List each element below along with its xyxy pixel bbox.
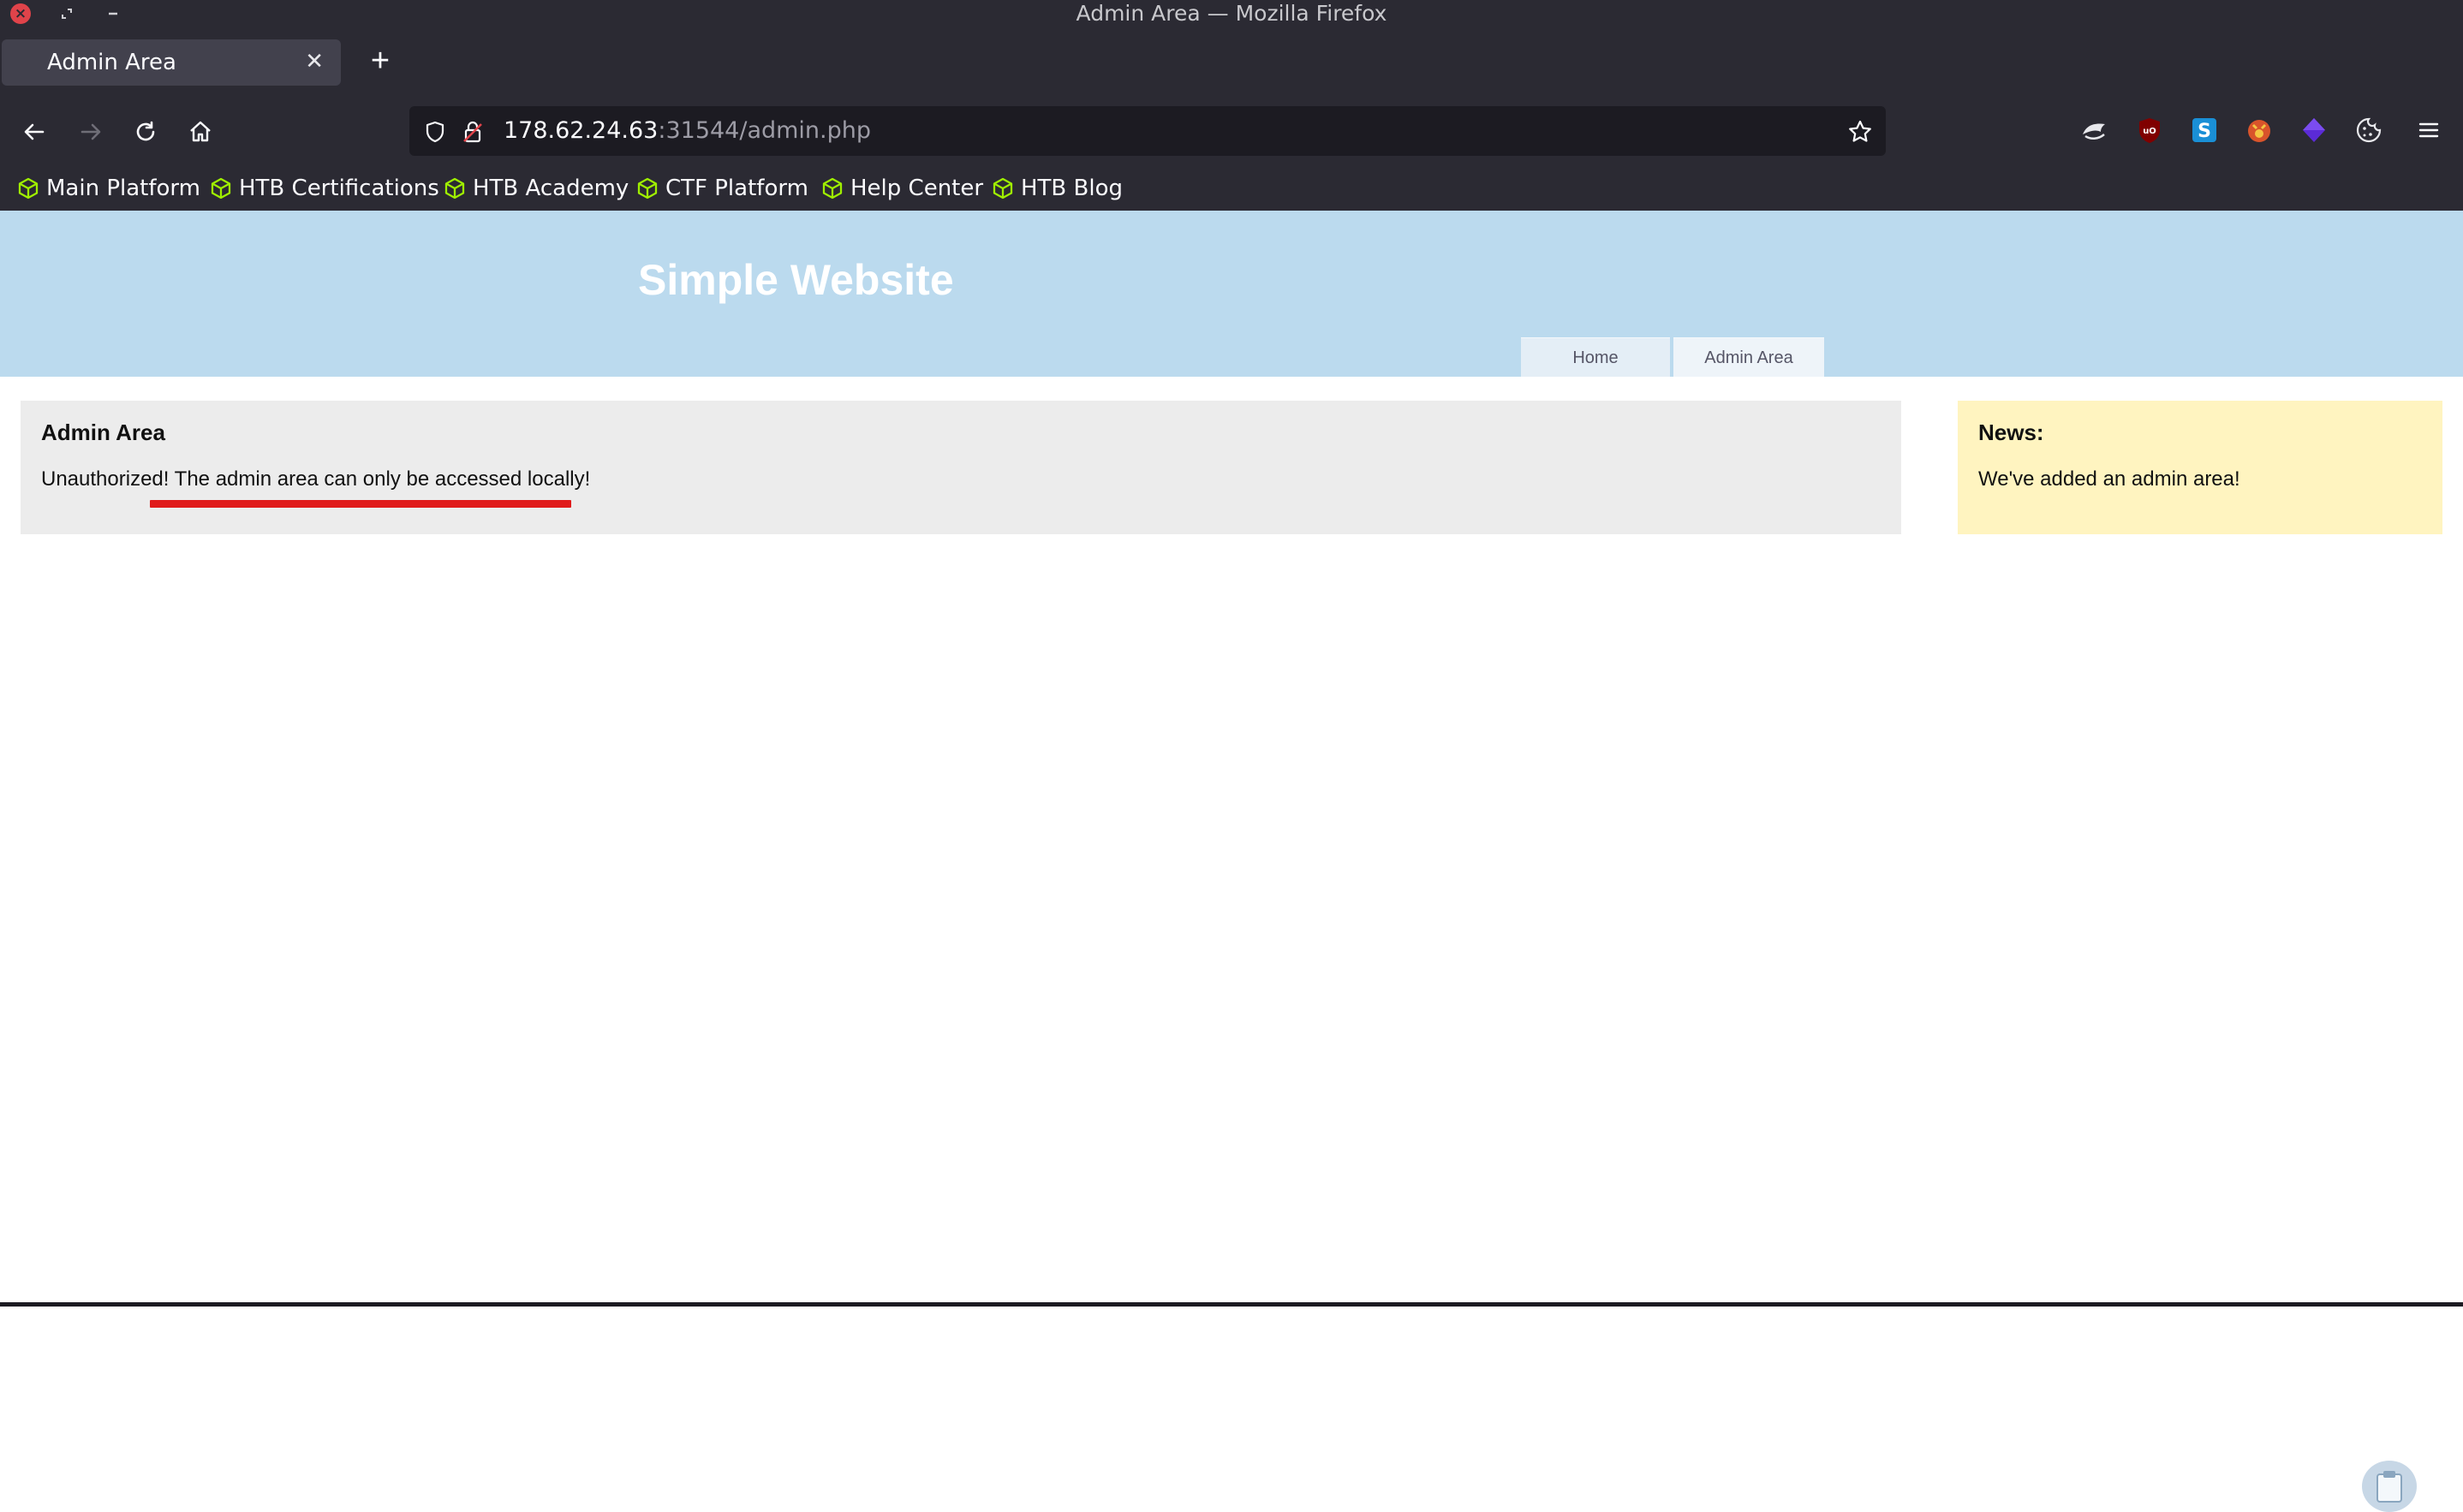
minimize-icon <box>109 12 117 15</box>
clipboard-icon[interactable] <box>2362 1461 2417 1512</box>
site-nav: Home Admin Area <box>1521 337 1824 377</box>
bookmark-help-center[interactable]: Help Center <box>821 166 983 211</box>
foxyproxy-icon[interactable] <box>2078 113 2112 147</box>
resize-icon <box>62 9 72 19</box>
window-title: Admin Area — Mozilla Firefox <box>1076 1 1387 26</box>
window-bottom-edge <box>0 1302 2463 1307</box>
news-text: We've added an admin area! <box>1978 467 2240 491</box>
svg-text:S: S <box>2198 121 2211 142</box>
tab-close-icon[interactable]: ✕ <box>305 39 324 84</box>
news-heading: News: <box>1978 420 2044 445</box>
cookie-icon[interactable] <box>2352 113 2386 147</box>
site-title: Simple Website <box>638 256 954 304</box>
tracking-protection-shield-icon[interactable] <box>421 118 449 146</box>
reload-button[interactable] <box>127 113 164 151</box>
htb-cube-icon <box>444 177 465 199</box>
tab-strip: Admin Area ✕ + <box>0 29 2463 96</box>
bookmark-label: CTF Platform <box>665 176 808 201</box>
bookmark-label: Help Center <box>850 176 984 201</box>
tab-admin-area[interactable]: Admin Area ✕ <box>2 39 341 86</box>
htb-cube-icon <box>822 177 843 199</box>
home-icon <box>190 121 211 142</box>
admin-area-panel: Admin Area Unauthorized! The admin area … <box>21 401 1901 534</box>
page-content: Simple Website Home Admin Area Admin Are… <box>0 211 2463 1512</box>
bookmark-label: HTB Certifications <box>239 176 439 201</box>
arrow-right-icon <box>81 123 101 140</box>
unauthorized-message: Unauthorized! The admin area can only be… <box>41 467 590 491</box>
bookmarks-toolbar: Main Platform HTB Certifications HTB Aca… <box>0 166 2463 211</box>
url-path: :31544/admin.php <box>658 117 872 144</box>
news-panel: News: We've added an admin area! <box>1958 401 2442 534</box>
purple-cube-extension-icon[interactable] <box>2297 113 2331 147</box>
bookmark-label: Main Platform <box>46 176 200 201</box>
nav-admin-area-link[interactable]: Admin Area <box>1673 337 1824 377</box>
panel-heading: Admin Area <box>41 420 165 445</box>
window-close-button[interactable]: × <box>10 3 31 24</box>
htb-cube-icon <box>637 177 658 199</box>
bookmark-label: HTB Blog <box>1021 176 1124 201</box>
forward-button[interactable] <box>72 113 110 151</box>
arrow-left-icon <box>24 123 45 140</box>
svg-text:uO: uO <box>2143 127 2156 136</box>
url-bar[interactable]: 178.62.24.63:31544/admin.php <box>409 106 1886 156</box>
htb-cube-icon <box>211 177 231 199</box>
window-minimize-button[interactable] <box>103 3 123 24</box>
bookmark-htb-academy[interactable]: HTB Academy <box>444 166 629 211</box>
menu-hamburger-icon[interactable] <box>2412 113 2446 147</box>
home-button[interactable] <box>182 113 219 151</box>
insecure-lock-icon[interactable] <box>459 118 486 146</box>
new-tab-button[interactable]: + <box>361 43 399 80</box>
nav-home-link[interactable]: Home <box>1521 337 1670 377</box>
bookmark-htb-certifications[interactable]: HTB Certifications <box>210 166 439 211</box>
wappalyzer-icon[interactable] <box>2242 113 2276 147</box>
bookmark-star-icon[interactable] <box>1846 118 1874 146</box>
red-annotation-underline <box>150 500 571 508</box>
s-extension-icon[interactable]: S <box>2187 113 2221 147</box>
back-button[interactable] <box>15 113 53 151</box>
url-text[interactable]: 178.62.24.63:31544/admin.php <box>504 106 871 156</box>
bookmark-main-platform[interactable]: Main Platform <box>17 166 200 211</box>
navigation-toolbar: 178.62.24.63:31544/admin.php uO S <box>0 96 2463 166</box>
bookmark-ctf-platform[interactable]: CTF Platform <box>636 166 808 211</box>
ublock-origin-icon[interactable]: uO <box>2132 113 2167 147</box>
window-maximize-button[interactable] <box>57 3 77 24</box>
htb-cube-icon <box>993 177 1013 199</box>
url-host: 178.62.24.63 <box>504 117 659 144</box>
tab-label: Admin Area <box>47 50 176 75</box>
reload-icon <box>136 121 155 141</box>
bookmark-htb-blog[interactable]: HTB Blog <box>992 166 1123 211</box>
bookmark-label: HTB Academy <box>473 176 629 201</box>
window-titlebar: Admin Area — Mozilla Firefox × <box>0 0 2463 29</box>
message-prefix: Unauthorized! <box>41 467 170 491</box>
site-header: Simple Website Home Admin Area <box>0 211 2463 377</box>
message-highlight: The admin area can only be accessed loca… <box>174 467 591 491</box>
htb-cube-icon <box>18 177 39 199</box>
